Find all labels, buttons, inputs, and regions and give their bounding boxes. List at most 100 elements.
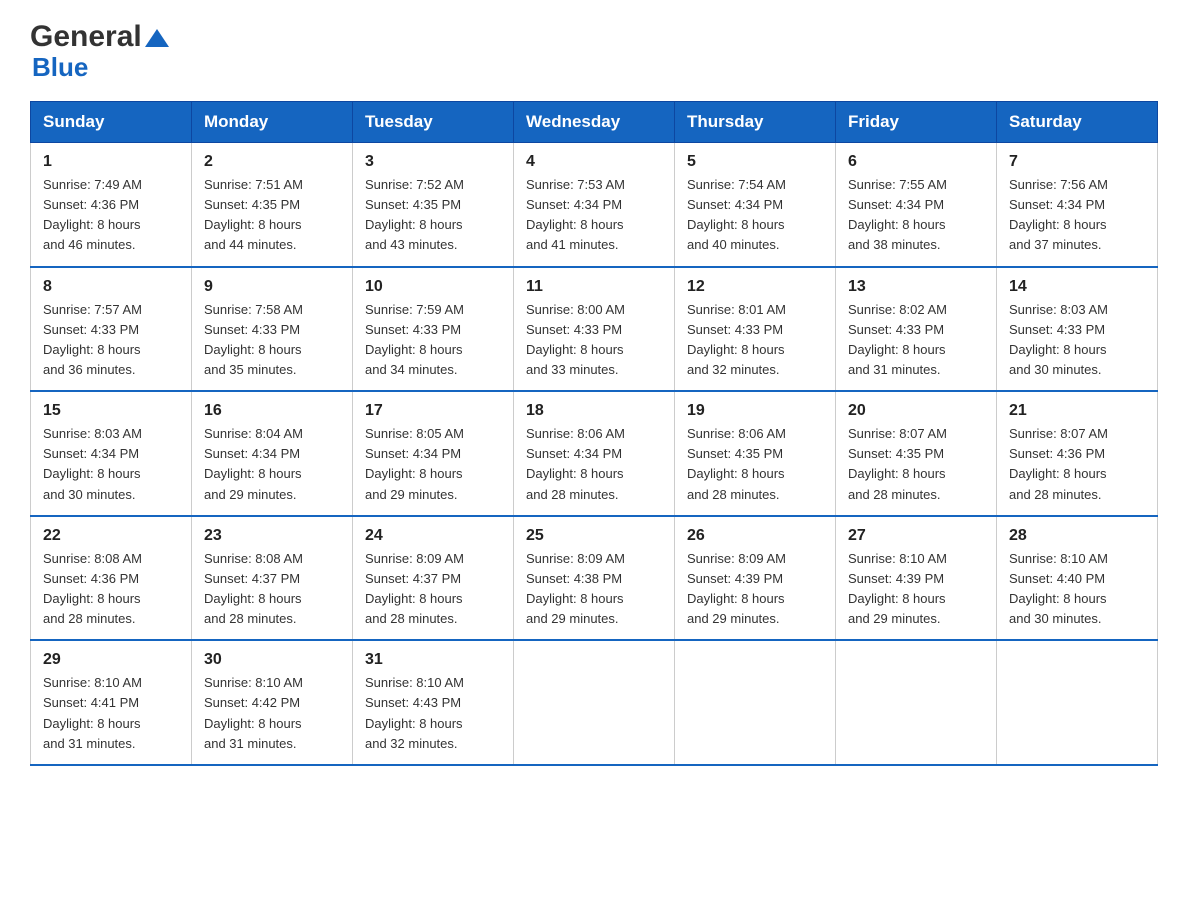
day-info: Sunrise: 7:59 AMSunset: 4:33 PMDaylight:… (365, 302, 464, 377)
day-info: Sunrise: 7:52 AMSunset: 4:35 PMDaylight:… (365, 177, 464, 252)
day-cell-18: 18 Sunrise: 8:06 AMSunset: 4:34 PMDaylig… (514, 391, 675, 516)
day-number: 18 (526, 402, 662, 420)
day-cell-13: 13 Sunrise: 8:02 AMSunset: 4:33 PMDaylig… (836, 267, 997, 392)
day-number: 5 (687, 153, 823, 171)
day-info: Sunrise: 8:10 AMSunset: 4:40 PMDaylight:… (1009, 551, 1108, 626)
day-info: Sunrise: 8:09 AMSunset: 4:37 PMDaylight:… (365, 551, 464, 626)
day-info: Sunrise: 7:49 AMSunset: 4:36 PMDaylight:… (43, 177, 142, 252)
day-number: 27 (848, 527, 984, 545)
day-number: 9 (204, 278, 340, 296)
day-info: Sunrise: 8:06 AMSunset: 4:34 PMDaylight:… (526, 426, 625, 501)
day-info: Sunrise: 8:10 AMSunset: 4:39 PMDaylight:… (848, 551, 947, 626)
day-cell-7: 7 Sunrise: 7:56 AMSunset: 4:34 PMDayligh… (997, 143, 1158, 267)
day-info: Sunrise: 8:03 AMSunset: 4:33 PMDaylight:… (1009, 302, 1108, 377)
day-info: Sunrise: 8:04 AMSunset: 4:34 PMDaylight:… (204, 426, 303, 501)
header-friday: Friday (836, 102, 997, 143)
week-row-1: 1 Sunrise: 7:49 AMSunset: 4:36 PMDayligh… (31, 143, 1158, 267)
day-number: 23 (204, 527, 340, 545)
day-info: Sunrise: 8:10 AMSunset: 4:43 PMDaylight:… (365, 675, 464, 750)
day-number: 8 (43, 278, 179, 296)
day-cell-12: 12 Sunrise: 8:01 AMSunset: 4:33 PMDaylig… (675, 267, 836, 392)
day-number: 16 (204, 402, 340, 420)
day-info: Sunrise: 8:09 AMSunset: 4:39 PMDaylight:… (687, 551, 786, 626)
day-cell-20: 20 Sunrise: 8:07 AMSunset: 4:35 PMDaylig… (836, 391, 997, 516)
day-cell-9: 9 Sunrise: 7:58 AMSunset: 4:33 PMDayligh… (192, 267, 353, 392)
day-number: 14 (1009, 278, 1145, 296)
day-cell-15: 15 Sunrise: 8:03 AMSunset: 4:34 PMDaylig… (31, 391, 192, 516)
day-cell-5: 5 Sunrise: 7:54 AMSunset: 4:34 PMDayligh… (675, 143, 836, 267)
day-number: 11 (526, 278, 662, 296)
header-thursday: Thursday (675, 102, 836, 143)
header-saturday: Saturday (997, 102, 1158, 143)
logo-general-text: General (30, 20, 142, 54)
day-info: Sunrise: 8:02 AMSunset: 4:33 PMDaylight:… (848, 302, 947, 377)
day-cell-23: 23 Sunrise: 8:08 AMSunset: 4:37 PMDaylig… (192, 516, 353, 641)
day-number: 30 (204, 651, 340, 669)
day-cell-6: 6 Sunrise: 7:55 AMSunset: 4:34 PMDayligh… (836, 143, 997, 267)
day-info: Sunrise: 7:54 AMSunset: 4:34 PMDaylight:… (687, 177, 786, 252)
day-number: 26 (687, 527, 823, 545)
day-cell-3: 3 Sunrise: 7:52 AMSunset: 4:35 PMDayligh… (353, 143, 514, 267)
day-number: 20 (848, 402, 984, 420)
day-info: Sunrise: 7:51 AMSunset: 4:35 PMDaylight:… (204, 177, 303, 252)
header-tuesday: Tuesday (353, 102, 514, 143)
day-info: Sunrise: 8:06 AMSunset: 4:35 PMDaylight:… (687, 426, 786, 501)
day-info: Sunrise: 8:03 AMSunset: 4:34 PMDaylight:… (43, 426, 142, 501)
day-cell-8: 8 Sunrise: 7:57 AMSunset: 4:33 PMDayligh… (31, 267, 192, 392)
day-number: 21 (1009, 402, 1145, 420)
day-cell-2: 2 Sunrise: 7:51 AMSunset: 4:35 PMDayligh… (192, 143, 353, 267)
day-cell-14: 14 Sunrise: 8:03 AMSunset: 4:33 PMDaylig… (997, 267, 1158, 392)
header-wednesday: Wednesday (514, 102, 675, 143)
day-cell-26: 26 Sunrise: 8:09 AMSunset: 4:39 PMDaylig… (675, 516, 836, 641)
day-cell-31: 31 Sunrise: 8:10 AMSunset: 4:43 PMDaylig… (353, 640, 514, 765)
header-monday: Monday (192, 102, 353, 143)
week-row-5: 29 Sunrise: 8:10 AMSunset: 4:41 PMDaylig… (31, 640, 1158, 765)
day-cell-21: 21 Sunrise: 8:07 AMSunset: 4:36 PMDaylig… (997, 391, 1158, 516)
logo: General Blue (30, 20, 169, 83)
day-cell-16: 16 Sunrise: 8:04 AMSunset: 4:34 PMDaylig… (192, 391, 353, 516)
day-info: Sunrise: 8:07 AMSunset: 4:35 PMDaylight:… (848, 426, 947, 501)
day-info: Sunrise: 8:01 AMSunset: 4:33 PMDaylight:… (687, 302, 786, 377)
day-info: Sunrise: 8:08 AMSunset: 4:37 PMDaylight:… (204, 551, 303, 626)
empty-cell (836, 640, 997, 765)
day-number: 3 (365, 153, 501, 171)
logo-row: General (30, 20, 169, 54)
day-info: Sunrise: 7:58 AMSunset: 4:33 PMDaylight:… (204, 302, 303, 377)
day-number: 28 (1009, 527, 1145, 545)
day-info: Sunrise: 8:09 AMSunset: 4:38 PMDaylight:… (526, 551, 625, 626)
day-number: 13 (848, 278, 984, 296)
day-info: Sunrise: 8:08 AMSunset: 4:36 PMDaylight:… (43, 551, 142, 626)
day-cell-19: 19 Sunrise: 8:06 AMSunset: 4:35 PMDaylig… (675, 391, 836, 516)
day-cell-29: 29 Sunrise: 8:10 AMSunset: 4:41 PMDaylig… (31, 640, 192, 765)
day-info: Sunrise: 7:55 AMSunset: 4:34 PMDaylight:… (848, 177, 947, 252)
day-number: 7 (1009, 153, 1145, 171)
day-info: Sunrise: 7:56 AMSunset: 4:34 PMDaylight:… (1009, 177, 1108, 252)
day-number: 29 (43, 651, 179, 669)
logo-blue-text: Blue (32, 52, 88, 83)
day-cell-25: 25 Sunrise: 8:09 AMSunset: 4:38 PMDaylig… (514, 516, 675, 641)
day-cell-27: 27 Sunrise: 8:10 AMSunset: 4:39 PMDaylig… (836, 516, 997, 641)
day-info: Sunrise: 8:07 AMSunset: 4:36 PMDaylight:… (1009, 426, 1108, 501)
day-number: 10 (365, 278, 501, 296)
day-number: 17 (365, 402, 501, 420)
header-sunday: Sunday (31, 102, 192, 143)
day-cell-10: 10 Sunrise: 7:59 AMSunset: 4:33 PMDaylig… (353, 267, 514, 392)
week-row-4: 22 Sunrise: 8:08 AMSunset: 4:36 PMDaylig… (31, 516, 1158, 641)
day-number: 19 (687, 402, 823, 420)
day-info: Sunrise: 8:10 AMSunset: 4:42 PMDaylight:… (204, 675, 303, 750)
day-number: 12 (687, 278, 823, 296)
day-cell-28: 28 Sunrise: 8:10 AMSunset: 4:40 PMDaylig… (997, 516, 1158, 641)
day-cell-17: 17 Sunrise: 8:05 AMSunset: 4:34 PMDaylig… (353, 391, 514, 516)
day-info: Sunrise: 7:53 AMSunset: 4:34 PMDaylight:… (526, 177, 625, 252)
day-cell-22: 22 Sunrise: 8:08 AMSunset: 4:36 PMDaylig… (31, 516, 192, 641)
week-row-2: 8 Sunrise: 7:57 AMSunset: 4:33 PMDayligh… (31, 267, 1158, 392)
day-number: 25 (526, 527, 662, 545)
day-cell-4: 4 Sunrise: 7:53 AMSunset: 4:34 PMDayligh… (514, 143, 675, 267)
day-number: 24 (365, 527, 501, 545)
day-cell-11: 11 Sunrise: 8:00 AMSunset: 4:33 PMDaylig… (514, 267, 675, 392)
day-number: 4 (526, 153, 662, 171)
day-number: 1 (43, 153, 179, 171)
day-number: 31 (365, 651, 501, 669)
day-info: Sunrise: 8:10 AMSunset: 4:41 PMDaylight:… (43, 675, 142, 750)
day-cell-1: 1 Sunrise: 7:49 AMSunset: 4:36 PMDayligh… (31, 143, 192, 267)
